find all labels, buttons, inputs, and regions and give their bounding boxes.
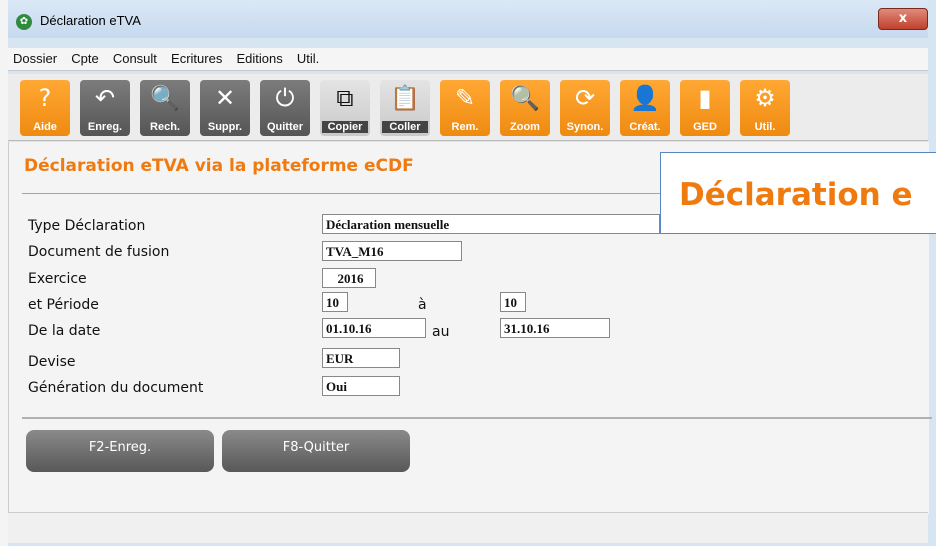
copier-label: Copier [322,121,368,133]
creat-button[interactable]: 👤 Créat. [620,80,670,136]
magnifier-icon: 🔍 [150,84,180,112]
synon-button[interactable]: ⟳ Synon. [560,80,610,136]
synon-label: Synon. [566,121,604,133]
suppr-button[interactable]: ✕ Suppr. [200,80,250,136]
menu-ecritures[interactable]: Ecritures [166,48,227,70]
pen-icon: ✎ [454,84,476,112]
date-to-field[interactable]: 31.10.16 [500,318,610,338]
periode-sep: à [418,297,427,313]
date-from-field[interactable]: 01.10.16 [322,318,426,338]
rem-button[interactable]: ✎ Rem. [440,80,490,136]
suppr-label: Suppr. [207,121,243,133]
question-icon: ? [38,84,52,112]
date-sep: au [432,324,450,340]
menu-editions[interactable]: Editions [231,48,287,70]
folder-icon: ▮ [698,84,712,112]
util-label: Util. [754,121,776,133]
copier-button[interactable]: ⧉ Copier [320,80,370,136]
x-icon: ✕ [214,84,236,112]
menu-bar: Dossier Cpte Consult Ecritures Editions … [8,48,928,71]
type-field[interactable]: Déclaration mensuelle [322,214,660,234]
ged-label: GED [693,121,717,133]
rem-label: Rem. [451,121,479,133]
coller-button[interactable]: 📋 Coller [380,80,430,136]
user-icon: 👤 [630,84,660,112]
periode-label: et Période [28,297,99,313]
devise-field[interactable]: EUR [322,348,400,368]
creat-label: Créat. [629,121,661,133]
generation-label: Génération du document [28,380,204,396]
banner: Déclaration e [660,152,936,234]
quitter-label: Quitter [266,121,304,133]
window-title: Déclaration eTVA [40,13,141,28]
zoom-icon: 🔍 [510,84,540,112]
divider-bottom [22,417,932,419]
quitter-button[interactable]: ⏻ Quitter [260,80,310,136]
save-button[interactable]: F2-Enreg. [26,430,214,472]
menu-consult[interactable]: Consult [108,48,162,70]
ged-button[interactable]: ▮ GED [680,80,730,136]
divider [22,193,662,194]
generation-field[interactable]: Oui [322,376,400,396]
menu-cpte[interactable]: Cpte [66,48,103,70]
zoom-label: Zoom [510,121,540,133]
page-title: Déclaration eTVA via la plateforme eCDF [24,156,414,176]
app-icon: ✿ [16,14,32,30]
tools-icon: ⚙ [754,84,776,112]
power-icon: ⏻ [275,84,295,112]
status-bar [8,512,928,543]
clipboard-icon: 📋 [390,84,420,112]
util-button[interactable]: ⚙ Util. [740,80,790,136]
rech-label: Rech. [150,121,180,133]
exercice-field[interactable]: 2016 [322,268,376,288]
copy-icon: ⧉ [336,84,354,112]
document-label: Document de fusion [28,244,170,260]
aide-label: Aide [33,121,57,133]
toolbar: ? Aide ↶ Enreg. 🔍 Rech. ✕ Suppr. ⏻ Quitt… [8,74,928,141]
banner-text: Déclaration e [679,177,913,213]
title-bar: ✿ Déclaration eTVA x [8,0,928,38]
date-label: De la date [28,323,101,339]
devise-label: Devise [28,354,76,370]
enreg-label: Enreg. [87,121,123,133]
sync-icon: ⟳ [574,84,596,112]
exercice-label: Exercice [28,271,87,287]
periode-from-field[interactable]: 10 [322,292,348,312]
aide-button[interactable]: ? Aide [20,80,70,136]
coller-label: Coller [382,121,428,133]
rech-button[interactable]: 🔍 Rech. [140,80,190,136]
menu-util[interactable]: Util. [292,48,324,70]
periode-to-field[interactable]: 10 [500,292,526,312]
type-label: Type Déclaration [28,218,146,234]
menu-dossier[interactable]: Dossier [8,48,62,70]
undo-arrow-icon: ↶ [94,84,116,112]
enreg-button[interactable]: ↶ Enreg. [80,80,130,136]
zoom-button[interactable]: 🔍 Zoom [500,80,550,136]
document-field[interactable]: TVA_M16 [322,241,462,261]
quit-button[interactable]: F8-Quitter [222,430,410,472]
close-button[interactable]: x [878,8,928,30]
